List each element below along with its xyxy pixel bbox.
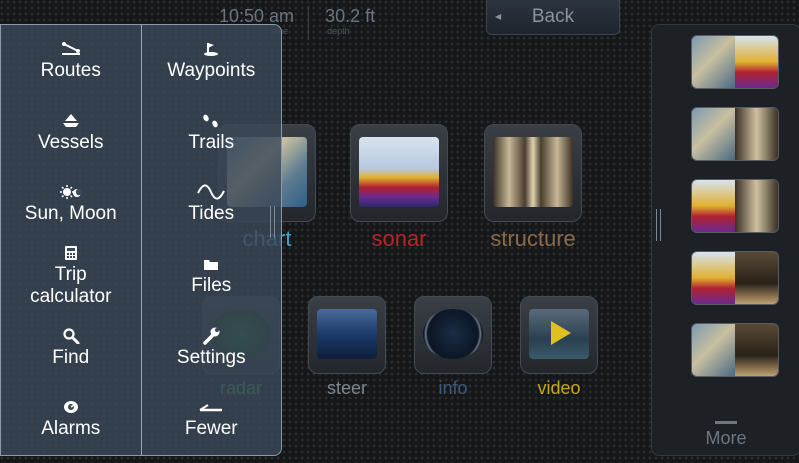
steer-thumbnail — [308, 296, 386, 374]
favorite-sonar-downscan[interactable] — [691, 251, 779, 305]
menu-item-label: Files — [191, 274, 232, 296]
menu-item-settings[interactable]: Settings — [142, 312, 282, 384]
menu-item-routes[interactable]: Routes — [1, 25, 141, 97]
trip-calculator-icon — [62, 244, 80, 262]
menu-item-find[interactable]: Find — [1, 312, 141, 384]
menu-item-vessels[interactable]: Vessels — [1, 97, 141, 169]
back-button[interactable]: ◀ Back — [486, 0, 620, 35]
back-label: Back — [531, 6, 575, 27]
app-structure-label: structure — [490, 226, 576, 251]
routes-icon — [60, 40, 82, 58]
info-thumbnail — [414, 296, 492, 374]
favorite-chart-downscan[interactable] — [691, 323, 779, 377]
status-divider — [308, 6, 310, 40]
menu-item-fewer[interactable]: Fewer — [142, 383, 282, 455]
depth-readout: 30.2 ft depth — [321, 6, 389, 36]
tools-menu: Routes Vessels Sun, Moon Trip calculator… — [0, 24, 282, 456]
menu-item-label: Find — [52, 346, 90, 368]
more-button[interactable]: More — [652, 421, 799, 449]
app-steer[interactable]: steer — [308, 296, 386, 399]
app-sonar[interactable]: sonar — [350, 124, 448, 252]
depth-label: depth — [327, 26, 350, 36]
back-arrow-icon: ◀ — [495, 12, 502, 21]
play-icon — [551, 321, 571, 345]
menu-item-label: Waypoints — [167, 59, 256, 81]
menu-item-label: Fewer — [184, 418, 238, 440]
menu-item-label: Sun, Moon — [24, 203, 117, 225]
menu-item-label: Settings — [176, 346, 246, 368]
menu-column-right: Waypoints Trails Tides Files Settings Fe… — [140, 25, 282, 455]
app-info[interactable]: info — [414, 296, 492, 399]
depth-value: 30.2 ft — [325, 6, 376, 26]
favorites-panel: More — [651, 24, 799, 456]
vessels-icon — [62, 112, 80, 130]
menu-item-label: Trails — [188, 131, 235, 153]
menu-item-alarms[interactable]: Alarms — [1, 383, 141, 455]
menu-column-left: Routes Vessels Sun, Moon Trip calculator… — [1, 25, 141, 455]
settings-icon — [201, 327, 221, 345]
favorite-sonar-structure[interactable] — [691, 179, 779, 233]
structure-thumbnail — [484, 124, 582, 222]
favorite-chart-structure[interactable] — [691, 107, 779, 161]
panel-drag-handle[interactable] — [656, 209, 661, 241]
time-value: 10:50 am — [219, 6, 295, 26]
menu-item-waypoints[interactable]: Waypoints — [142, 25, 282, 97]
files-icon — [202, 255, 220, 273]
more-label: More — [705, 428, 747, 448]
menu-item-trip-calculator[interactable]: Trip calculator — [1, 240, 141, 312]
menu-item-label: Tides — [188, 203, 235, 225]
app-steer-label: steer — [326, 378, 368, 398]
more-icon — [715, 421, 737, 424]
menu-item-label: Trip calculator — [30, 263, 112, 307]
app-video-label: video — [537, 378, 581, 398]
menu-item-label: Vessels — [38, 131, 104, 153]
trails-icon — [200, 112, 222, 130]
menu-drag-handle[interactable] — [270, 206, 275, 238]
alarms-icon — [62, 398, 80, 416]
tides-icon — [197, 183, 226, 201]
fewer-icon — [198, 398, 224, 416]
menu-item-files[interactable]: Files — [142, 240, 282, 312]
app-info-label: info — [438, 378, 468, 398]
favorite-chart-sonar[interactable] — [691, 35, 779, 89]
menu-item-label: Routes — [40, 59, 101, 81]
waypoints-icon — [202, 40, 220, 58]
sonar-thumbnail — [350, 124, 448, 222]
menu-item-label: Alarms — [41, 418, 101, 440]
menu-item-trails[interactable]: Trails — [142, 97, 282, 169]
app-sonar-label: sonar — [371, 226, 427, 251]
sun-moon-icon — [59, 183, 82, 201]
app-video[interactable]: video — [520, 296, 598, 399]
video-thumbnail — [520, 296, 598, 374]
menu-item-tides[interactable]: Tides — [142, 168, 282, 240]
menu-item-sun-moon[interactable]: Sun, Moon — [1, 168, 141, 240]
find-icon — [62, 327, 80, 345]
app-structure[interactable]: structure — [484, 124, 582, 252]
